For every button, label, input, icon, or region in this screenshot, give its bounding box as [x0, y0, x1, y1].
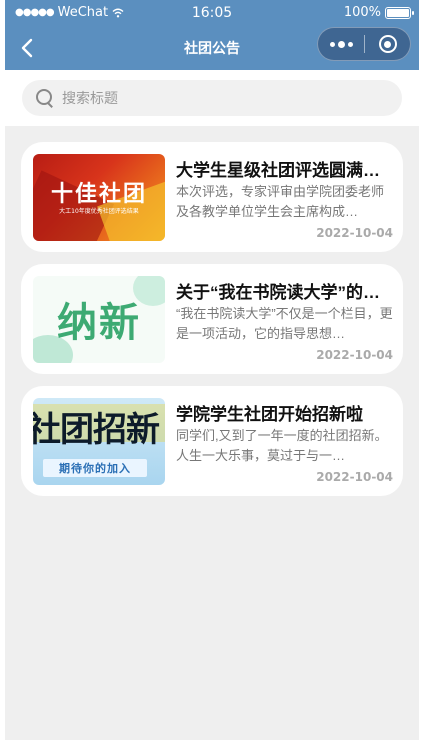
- nav-bar: 社团公告: [5, 26, 419, 70]
- notice-description: 本次评选，专家评审由学院团委老师及各教学单位学生会主席构成…: [176, 184, 385, 219]
- notice-title: 关于“我在书院读大学”的说明: [176, 283, 394, 302]
- more-dots-icon-right: [347, 41, 353, 47]
- notice-description: “我在书院读大学”不仅是一个栏目，更是一项活动，它的指导思想…: [176, 306, 393, 341]
- battery-status: 100%: [343, 5, 414, 20]
- notice-description: 同学们,又到了一年一度的社团招新。人生一大乐事，莫过于与一…: [176, 428, 388, 463]
- notice-title: 学院学生社团开始招新啦: [176, 405, 363, 424]
- more-button[interactable]: [318, 28, 364, 60]
- notice-date: 2022-10-04: [316, 226, 393, 240]
- battery-icon: [385, 6, 414, 19]
- battery-percent: 100%: [343, 5, 381, 20]
- notice-thumbnail: 纳新: [33, 276, 165, 363]
- thumbnail-title: 社团招新: [33, 410, 160, 450]
- search-icon: [36, 89, 54, 107]
- notice-thumbnail: 社团招新 期待你的加入: [33, 398, 165, 485]
- close-button[interactable]: [365, 28, 410, 60]
- notice-date: 2022-10-04: [316, 470, 393, 484]
- thumbnail-title: 十佳社团: [50, 182, 147, 207]
- notice-title: 大学生星级社团评选圆满结束: [176, 161, 394, 180]
- notice-date: 2022-10-04: [316, 348, 393, 362]
- target-close-icon: [378, 35, 397, 53]
- notice-list: 十佳社团 大工10年度优秀社团评选结果 大学生星级社团评选圆满结束 本次评选，专…: [21, 142, 403, 508]
- thumbnail-subtitle: 期待你的加入: [43, 459, 147, 477]
- search-box[interactable]: [22, 80, 402, 116]
- more-dots-icon-center: [337, 40, 345, 48]
- search-bar-area: [5, 70, 419, 126]
- notice-thumbnail: 十佳社团 大工10年度优秀社团评选结果: [33, 154, 165, 241]
- thumbnail-title: 纳新: [57, 300, 141, 346]
- notice-card[interactable]: 纳新 关于“我在书院读大学”的说明 “我在书院读大学”不仅是一个栏目，更是一项活…: [21, 264, 403, 374]
- top-bar: ●●●●● WeChat 16:05 100% 社团公告: [5, 0, 419, 70]
- more-dots-icon: [329, 41, 335, 47]
- status-bar: ●●●●● WeChat 16:05 100%: [5, 0, 419, 26]
- notice-card[interactable]: 社团招新 期待你的加入 学院学生社团开始招新啦 同学们,又到了一年一度的社团招新…: [21, 386, 403, 496]
- thumbnail-subtitle: 大工10年度优秀社团评选结果: [59, 208, 139, 215]
- search-input[interactable]: [62, 90, 362, 106]
- notice-card[interactable]: 十佳社团 大工10年度优秀社团评选结果 大学生星级社团评选圆满结束 本次评选，专…: [21, 142, 403, 252]
- phone-screen: ●●●●● WeChat 16:05 100% 社团公告 搜索标题 十佳社团 大…: [5, 0, 419, 740]
- mini-program-capsule: [317, 27, 411, 61]
